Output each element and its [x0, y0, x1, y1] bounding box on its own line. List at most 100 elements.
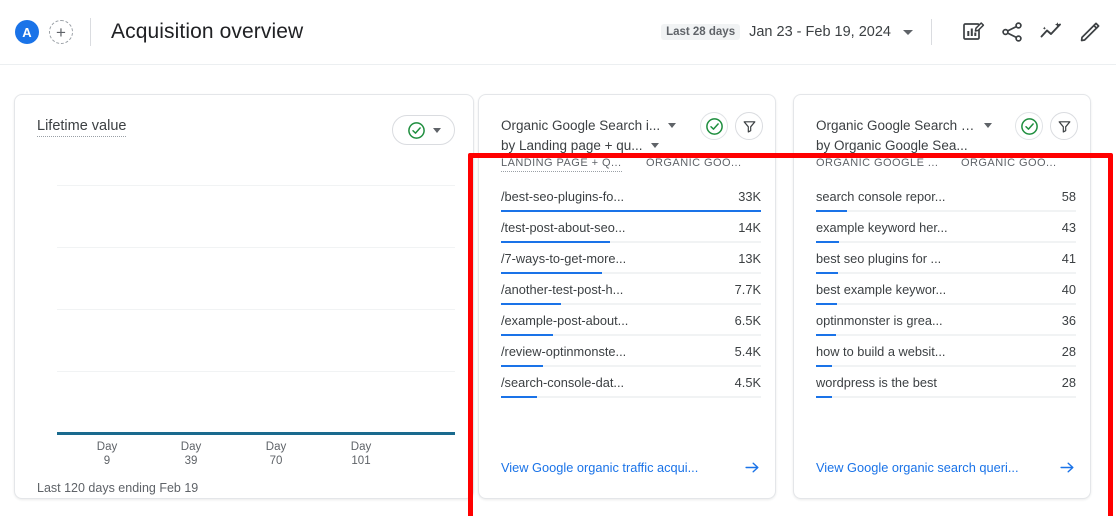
right-status-button[interactable]	[1015, 112, 1043, 140]
table-row[interactable]: /example-post-about... 6.5K	[501, 309, 761, 340]
row-bar-fill	[816, 240, 840, 243]
table-row[interactable]: best example keywor... 40	[816, 278, 1076, 309]
row-value: 14K	[738, 220, 761, 235]
right-column-headers: ORGANIC GOOGLE ... ORGANIC GOO...	[816, 157, 1078, 179]
gridline	[57, 185, 455, 186]
right-col-header-1[interactable]: ORGANIC GOOGLE ...	[816, 157, 938, 171]
row-label: best example keywor...	[816, 282, 947, 297]
row-bar-track	[501, 209, 761, 212]
row-value: 58	[1061, 189, 1076, 204]
chevron-down-icon[interactable]	[903, 29, 913, 35]
row-bar-fill	[816, 271, 839, 274]
lifetime-value-card: Lifetime value Day 9 Day 39 Day 70 Day 1…	[14, 94, 474, 499]
row-bar-track	[816, 333, 1076, 336]
top-bar: A + Acquisition overview Last 28 days Ja…	[0, 0, 1116, 65]
mid-card-link-text: View Google organic traffic acqui...	[501, 460, 699, 475]
pencil-edit-icon[interactable]	[1078, 20, 1102, 44]
table-row[interactable]: example keyword her... 43	[816, 216, 1076, 247]
lifetime-x-axis: Day 9 Day 39 Day 70 Day 101	[57, 440, 455, 474]
table-row[interactable]: /best-seo-plugins-fo... 33K	[501, 185, 761, 216]
row-label: /test-post-about-seo...	[501, 220, 626, 235]
row-label: best seo plugins for ...	[816, 251, 942, 266]
row-bar-track	[501, 333, 761, 336]
table-row[interactable]: /search-console-dat... 4.5K	[501, 371, 761, 402]
table-row[interactable]: /review-optinmonste... 5.4K	[501, 340, 761, 371]
table-row[interactable]: /another-test-post-h... 7.7K	[501, 278, 761, 309]
arrow-right-icon	[1060, 462, 1074, 473]
lifetime-status-pill[interactable]	[392, 115, 455, 145]
chevron-down-icon[interactable]	[432, 127, 441, 133]
row-bar-fill	[501, 271, 603, 274]
right-col-header-2[interactable]: ORGANIC GOO...	[961, 157, 1057, 169]
row-label: /review-optinmonste...	[501, 344, 627, 359]
chart-baseline	[57, 432, 455, 435]
row-value: 4.5K	[734, 375, 761, 390]
row-value: 13K	[738, 251, 761, 266]
chevron-down-icon[interactable]	[984, 122, 992, 128]
chevron-down-icon[interactable]	[668, 122, 677, 128]
mid-table-rows: /best-seo-plugins-fo... 33K/test-post-abo…	[501, 185, 761, 402]
row-bar-fill	[501, 240, 611, 243]
organic-search-queries-card: Organic Google Search c... by Organic Go…	[793, 94, 1091, 499]
table-row[interactable]: search console repor... 58	[816, 185, 1076, 216]
row-bar-track	[501, 240, 761, 243]
mid-col-header-2[interactable]: ORGANIC GOO...	[646, 157, 742, 169]
row-label: /best-seo-plugins-fo...	[501, 189, 625, 204]
gridline	[57, 247, 455, 248]
row-bar-track	[501, 395, 761, 398]
row-label: how to build a websit...	[816, 344, 946, 359]
right-card-title: Organic Google Search c...	[816, 117, 976, 133]
mid-card-header: Organic Google Search i... by Landing pa…	[501, 112, 763, 155]
row-bar-track	[816, 209, 1076, 212]
row-bar-track	[501, 364, 761, 367]
table-row[interactable]: /test-post-about-seo... 14K	[501, 216, 761, 247]
chevron-down-icon[interactable]	[650, 142, 659, 148]
add-property-icon[interactable]: +	[49, 20, 73, 44]
organic-search-traffic-card: Organic Google Search i... by Landing pa…	[478, 94, 776, 499]
mid-filter-button[interactable]	[735, 112, 763, 140]
row-bar-track	[816, 302, 1076, 305]
row-label: /search-console-dat...	[501, 375, 625, 390]
gridline	[57, 309, 455, 310]
share-icon[interactable]	[1000, 20, 1024, 44]
row-label: optinmonster is grea...	[816, 313, 943, 328]
row-value: 33K	[738, 189, 761, 204]
row-bar-track	[816, 240, 1076, 243]
lifetime-chart	[57, 185, 455, 435]
row-bar-track	[501, 302, 761, 305]
green-check-icon	[1020, 117, 1038, 135]
row-value: 41	[1061, 251, 1076, 266]
row-value: 7.7K	[734, 282, 761, 297]
row-bar-fill	[816, 302, 837, 305]
table-row[interactable]: how to build a websit... 28	[816, 340, 1076, 371]
chart-edit-icon[interactable]	[961, 20, 985, 44]
mid-card-link[interactable]: View Google organic traffic acqui...	[501, 459, 761, 476]
date-range-text[interactable]: Jan 23 - Feb 19, 2024	[749, 24, 891, 40]
mid-status-button[interactable]	[700, 112, 728, 140]
mid-column-headers: LANDING PAGE + Q... ORGANIC GOO...	[501, 157, 763, 179]
lifetime-card-footer: Last 120 days ending Feb 19	[37, 481, 199, 495]
lifetime-card-header: Lifetime value	[37, 115, 455, 149]
filter-funnel-icon	[1058, 120, 1070, 133]
table-row[interactable]: optinmonster is grea... 36	[816, 309, 1076, 340]
mid-col-header-1[interactable]: LANDING PAGE + Q...	[501, 157, 622, 172]
row-bar-track	[501, 271, 761, 274]
header-divider-2	[931, 19, 932, 45]
right-card-subtitle: by Organic Google Sea...	[816, 137, 968, 153]
right-card-link[interactable]: View Google organic search queri...	[816, 459, 1076, 476]
filter-funnel-icon	[743, 120, 755, 133]
table-row[interactable]: wordpress is the best 28	[816, 371, 1076, 402]
date-range-badge: Last 28 days	[661, 24, 741, 40]
mid-card-subtitle: by Landing page + qu...	[501, 137, 643, 153]
right-card-link-text: View Google organic search queri...	[816, 460, 1019, 475]
arrow-right-icon	[745, 462, 759, 473]
row-value: 40	[1061, 282, 1076, 297]
right-filter-button[interactable]	[1050, 112, 1078, 140]
x-tick-value: 70	[269, 455, 283, 467]
avatar[interactable]: A	[15, 20, 39, 44]
row-bar-fill	[501, 364, 543, 367]
row-bar-fill	[816, 395, 832, 398]
table-row[interactable]: /7-ways-to-get-more... 13K	[501, 247, 761, 278]
table-row[interactable]: best seo plugins for ... 41	[816, 247, 1076, 278]
insights-icon[interactable]	[1039, 20, 1063, 44]
